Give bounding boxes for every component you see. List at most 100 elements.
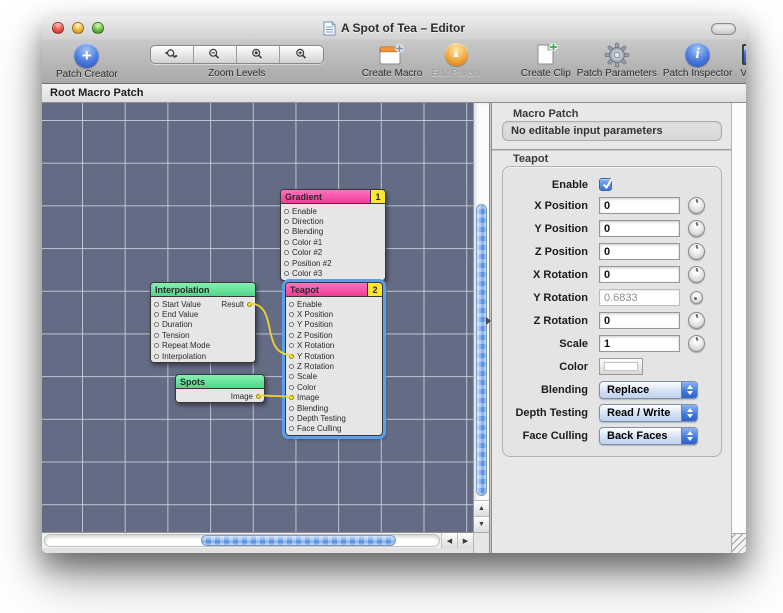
zoom-actual-size-button[interactable] xyxy=(151,46,194,63)
value-field[interactable] xyxy=(599,266,680,283)
value-field[interactable] xyxy=(599,289,680,306)
node-port-row: Start ValueResult xyxy=(151,299,255,309)
parameter-row: Y Position xyxy=(503,217,721,240)
input-port[interactable] xyxy=(154,333,159,338)
dial-knob[interactable] xyxy=(688,335,705,352)
close-button[interactable] xyxy=(52,22,64,34)
zoom-out-button[interactable] xyxy=(194,46,237,63)
scrollbar-corner xyxy=(473,532,489,553)
input-port[interactable] xyxy=(289,322,294,327)
scroll-down-button[interactable]: ▼ xyxy=(474,516,489,532)
input-port[interactable] xyxy=(154,302,159,307)
scroll-right-button[interactable]: ▶ xyxy=(457,533,473,548)
popup-menu[interactable]: Back Faces xyxy=(599,427,698,445)
parameter-label: Z Rotation xyxy=(503,315,588,327)
zoom-out-icon xyxy=(208,48,221,61)
dial-knob[interactable] xyxy=(688,243,705,260)
patch-node-teapot[interactable]: Teapot2EnableX PositionY PositionZ Posit… xyxy=(285,282,383,436)
patch-node-gradient[interactable]: Gradient1EnableDirectionBlendingColor #1… xyxy=(280,189,386,281)
toolbar-toggle-pill[interactable] xyxy=(711,23,736,35)
dial-knob[interactable] xyxy=(690,291,703,304)
parameter-row: Color xyxy=(503,355,721,378)
input-port[interactable] xyxy=(289,354,294,359)
resize-grip[interactable] xyxy=(731,533,746,553)
zoom-button[interactable] xyxy=(92,22,104,34)
input-port[interactable] xyxy=(284,261,289,266)
horizontal-scroll-track[interactable] xyxy=(44,534,440,547)
input-port-label: Enable xyxy=(292,207,317,216)
patch-parameters-button[interactable]: Patch Parameters xyxy=(577,41,657,79)
input-port[interactable] xyxy=(289,302,294,307)
node-title-text: Gradient xyxy=(285,192,322,202)
horizontal-scroll-thumb[interactable] xyxy=(201,535,396,546)
viewer-button[interactable]: Viewer xyxy=(740,41,746,79)
input-port[interactable] xyxy=(284,219,289,224)
parameter-row: Z Position xyxy=(503,240,721,263)
zoom-levels-label: Zoom Levels xyxy=(208,68,265,79)
output-port-group: Image xyxy=(231,392,261,401)
create-macro-button[interactable]: Create Macro xyxy=(362,41,423,79)
input-port[interactable] xyxy=(284,229,289,234)
viewer-window-icon xyxy=(742,44,746,65)
input-port[interactable] xyxy=(289,364,294,369)
value-field[interactable] xyxy=(599,335,680,352)
input-port-label: X Rotation xyxy=(297,341,334,350)
input-port[interactable] xyxy=(154,343,159,348)
create-clip-button[interactable]: Create Clip xyxy=(521,41,571,79)
input-port[interactable] xyxy=(289,406,294,411)
dial-knob[interactable] xyxy=(688,220,705,237)
input-port[interactable] xyxy=(154,322,159,327)
input-port[interactable] xyxy=(289,385,294,390)
node-port-row: Interpolation xyxy=(151,351,255,361)
input-port[interactable] xyxy=(289,416,294,421)
input-port-label: Face Culling xyxy=(297,424,341,433)
input-port-label: X Position xyxy=(297,310,333,319)
scroll-up-button[interactable]: ▲ xyxy=(474,500,489,516)
zoom-levels-segmented-control xyxy=(150,45,324,64)
patch-creator-button[interactable]: + Patch Creator xyxy=(56,42,118,80)
value-field[interactable] xyxy=(599,243,680,260)
gear-icon xyxy=(604,42,630,68)
edit-parent-label: Edit Parent xyxy=(431,68,480,79)
minimize-button[interactable] xyxy=(72,22,84,34)
dial-knob[interactable] xyxy=(688,197,705,214)
input-port[interactable] xyxy=(289,374,294,379)
title-group: A Spot of Tea – Editor xyxy=(323,21,465,36)
patch-canvas[interactable]: Gradient1EnableDirectionBlendingColor #1… xyxy=(42,103,473,532)
title-bar[interactable]: A Spot of Tea – Editor xyxy=(42,16,746,40)
value-field[interactable] xyxy=(599,220,680,237)
scroll-left-button[interactable]: ◀ xyxy=(441,533,457,548)
input-port[interactable] xyxy=(154,312,159,317)
input-port[interactable] xyxy=(284,250,289,255)
input-port[interactable] xyxy=(289,343,294,348)
patch-node-spots[interactable]: SpotsImage xyxy=(175,374,265,403)
dial-knob[interactable] xyxy=(688,266,705,283)
popup-menu[interactable]: Replace xyxy=(599,381,698,399)
input-port[interactable] xyxy=(284,209,289,214)
input-port[interactable] xyxy=(284,240,289,245)
vertical-scroll-thumb[interactable] xyxy=(476,204,487,496)
input-port[interactable] xyxy=(289,426,294,431)
output-port[interactable] xyxy=(247,302,252,307)
vertical-scroll-arrows: ▲ ▼ xyxy=(474,500,489,532)
panel-scroll-track[interactable] xyxy=(731,103,746,533)
zoom-in-button[interactable] xyxy=(280,46,323,63)
patch-inspector-button[interactable]: i Patch Inspector xyxy=(663,41,732,79)
input-port[interactable] xyxy=(284,271,289,276)
color-well[interactable] xyxy=(599,358,643,375)
node-port-row: Blending xyxy=(281,227,385,237)
value-field[interactable] xyxy=(599,197,680,214)
value-field[interactable] xyxy=(599,312,680,329)
input-port[interactable] xyxy=(289,333,294,338)
input-port[interactable] xyxy=(289,312,294,317)
parameter-row: X Rotation xyxy=(503,263,721,286)
enable-checkbox[interactable] xyxy=(599,178,612,191)
output-port[interactable] xyxy=(256,394,261,399)
input-port[interactable] xyxy=(154,354,159,359)
popup-menu[interactable]: Read / Write xyxy=(599,404,698,422)
input-port[interactable] xyxy=(289,395,294,400)
zoom-fit-button[interactable] xyxy=(237,46,280,63)
patch-node-interpolation[interactable]: InterpolationStart ValueResultEnd ValueD… xyxy=(150,282,256,363)
dial-knob[interactable] xyxy=(688,312,705,329)
edit-parent-button[interactable]: ▲ Edit Parent xyxy=(431,41,480,79)
